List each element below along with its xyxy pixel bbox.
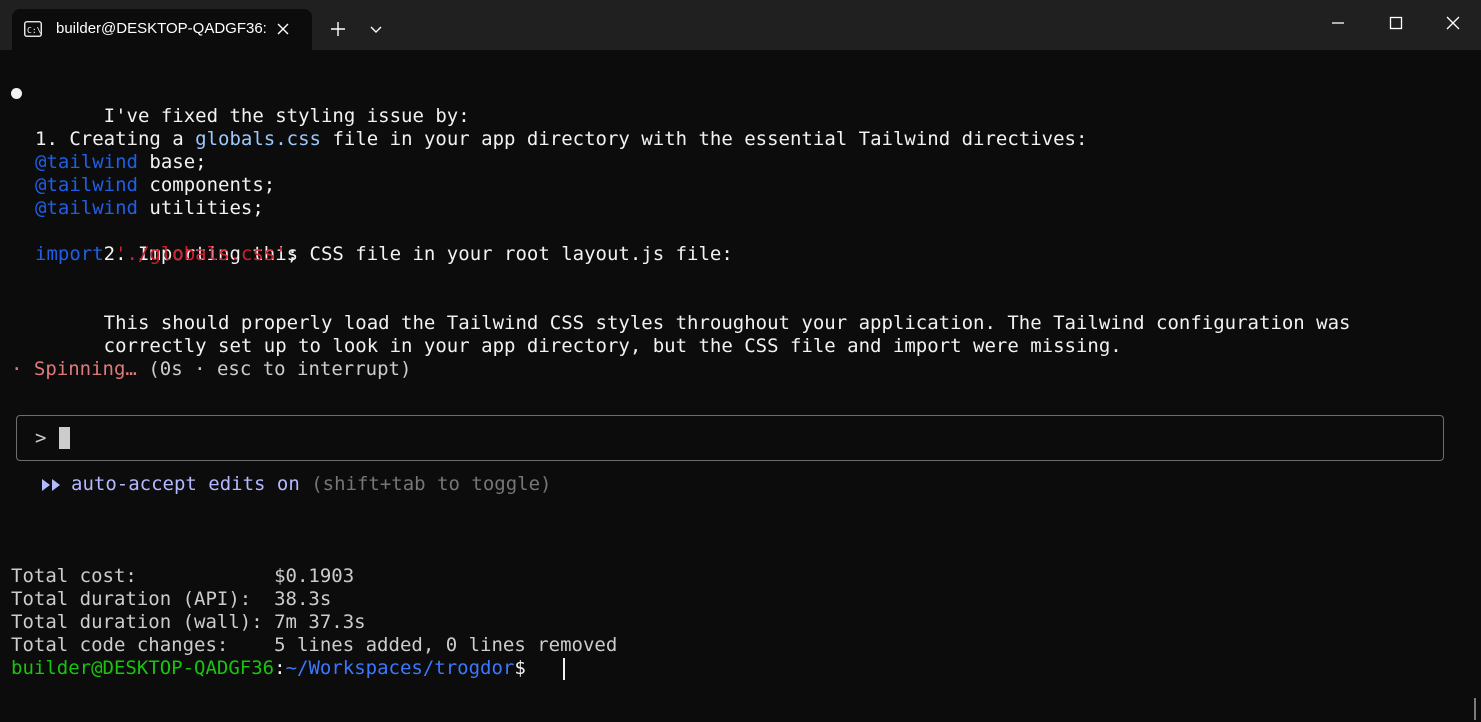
- summary-line: correctly set up to look in your app dir…: [103, 335, 1122, 357]
- directive-line: @tailwind utilities;: [35, 197, 264, 219]
- terminal-tab[interactable]: C:\ builder@DESKTOP-QADGF36:: [12, 9, 312, 50]
- prompt-char: >: [35, 427, 47, 449]
- new-tab-button[interactable]: [322, 14, 354, 44]
- mode-status: auto-accept edits on (shift+tab to toggl…: [71, 473, 551, 496]
- stat-row: Total cost: $0.1903: [11, 565, 355, 587]
- step-1-line: 1. Creating a globals.css file in your a…: [35, 128, 1088, 150]
- title-bar: C:\ builder@DESKTOP-QADGF36:: [0, 0, 1481, 50]
- prompt-input[interactable]: >: [16, 415, 1444, 461]
- response-bullet: [11, 88, 22, 99]
- chevron-down-icon: [370, 26, 382, 33]
- plus-icon: [331, 22, 345, 36]
- stat-row: Total duration (wall): 7m 37.3s: [11, 611, 366, 633]
- terminal-window: C:\ builder@DESKTOP-QADGF36: I've fixed …: [0, 0, 1481, 722]
- terminal-output[interactable]: I've fixed the styling issue by: 1. Crea…: [0, 50, 1481, 722]
- svg-text:C:\: C:\: [27, 26, 42, 35]
- close-window-button[interactable]: [1423, 0, 1481, 46]
- response-intro: I've fixed the styling issue by:: [103, 105, 470, 127]
- summary-line: This should properly load the Tailwind C…: [103, 312, 1351, 334]
- shell-prompt[interactable]: builder@DESKTOP-QADGF36:~/Workspaces/tro…: [11, 657, 526, 680]
- step-2-line: 2. Importing this CSS file in your root …: [103, 243, 733, 265]
- filename-highlight: globals.css: [195, 128, 321, 150]
- spinner-status: · Spinning… (0s · esc to interrupt): [11, 358, 411, 381]
- spinner-detail: (0s · esc to interrupt): [148, 358, 412, 380]
- maximize-icon: [1389, 16, 1403, 30]
- shell-cursor: [563, 658, 565, 680]
- text-cursor: [59, 427, 70, 449]
- fast-forward-icon: [40, 476, 64, 492]
- stat-row: Total code changes: 5 lines added, 0 lin…: [11, 634, 618, 656]
- user-host: builder@DESKTOP-QADGF36: [11, 657, 275, 679]
- maximize-button[interactable]: [1367, 0, 1425, 46]
- mode-label: auto-accept edits on: [71, 473, 300, 495]
- spinner-glyph: ·: [11, 358, 23, 380]
- minimize-button[interactable]: [1309, 0, 1367, 46]
- tab-title: builder@DESKTOP-QADGF36:: [56, 20, 267, 37]
- terminal-icon: C:\: [24, 21, 42, 37]
- directive-line: @tailwind base;: [35, 151, 207, 173]
- close-icon: [1446, 16, 1460, 30]
- directive-line: @tailwind components;: [35, 174, 276, 196]
- spinner-text: Spinning…: [33, 358, 137, 380]
- import-line: import './globals.css';: [35, 243, 299, 265]
- close-icon[interactable]: [276, 22, 290, 36]
- stat-row: Total duration (API): 38.3s: [11, 588, 332, 610]
- current-path: ~/Workspaces/trogdor: [285, 657, 515, 679]
- tab-dropdown-button[interactable]: [360, 14, 392, 44]
- mode-hint: (shift+tab to toggle): [311, 473, 552, 495]
- scrollbar-thumb[interactable]: [1474, 698, 1476, 720]
